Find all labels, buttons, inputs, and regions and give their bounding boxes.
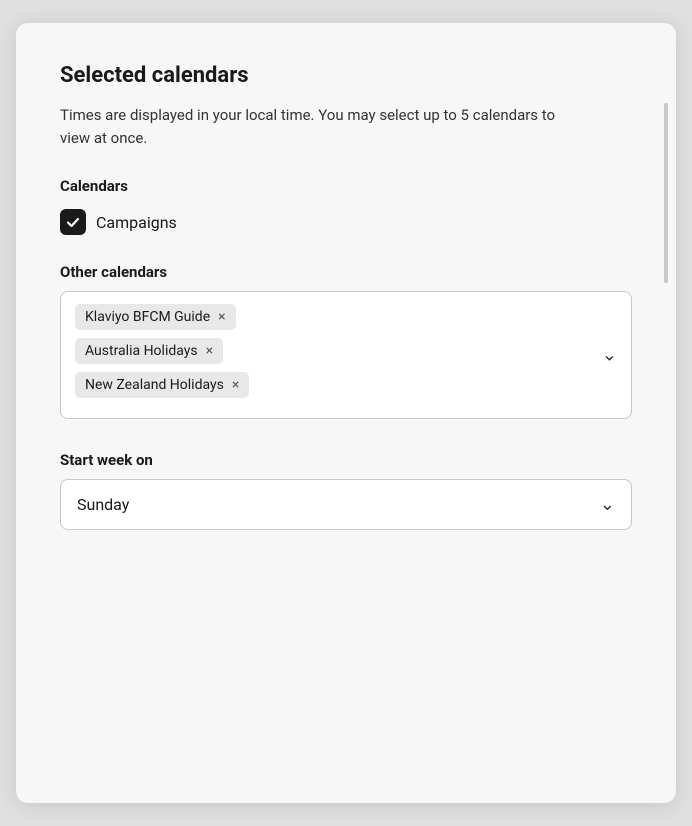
tag-label: Australia Holidays <box>85 343 198 359</box>
list-item: Klaviyo BFCM Guide × <box>75 304 236 330</box>
remove-australia-tag[interactable]: × <box>206 344 213 358</box>
calendars-section: Calendars Campaigns <box>60 177 632 235</box>
tag-label: Klaviyo BFCM Guide <box>85 309 210 325</box>
list-item: Australia Holidays × <box>75 338 223 364</box>
start-week-label: Start week on <box>60 451 632 469</box>
tag-label: New Zealand Holidays <box>85 377 224 393</box>
campaigns-label: Campaigns <box>96 213 177 232</box>
panel-title: Selected calendars <box>60 63 632 88</box>
other-calendars-section: Other calendars Klaviyo BFCM Guide × Aus… <box>60 263 632 419</box>
tags-container: Klaviyo BFCM Guide × Australia Holidays … <box>75 304 617 406</box>
list-item: New Zealand Holidays × <box>75 372 249 398</box>
calendars-section-label: Calendars <box>60 177 632 195</box>
remove-newzealand-tag[interactable]: × <box>232 378 239 392</box>
remove-klaviyo-tag[interactable]: × <box>218 310 225 324</box>
campaigns-checkbox[interactable] <box>60 209 86 235</box>
scrollbar[interactable] <box>664 103 668 283</box>
panel-description: Times are displayed in your local time. … <box>60 104 580 149</box>
start-week-value: Sunday <box>77 495 129 514</box>
start-week-select[interactable]: Sunday ⌄ <box>60 479 632 530</box>
selected-calendars-panel: Selected calendars Times are displayed i… <box>16 23 676 803</box>
start-week-chevron-down-icon: ⌄ <box>600 494 615 515</box>
other-calendars-multiselect[interactable]: Klaviyo BFCM Guide × Australia Holidays … <box>60 291 632 419</box>
other-calendars-label: Other calendars <box>60 263 632 281</box>
start-week-section: Start week on Sunday ⌄ <box>60 451 632 530</box>
campaigns-calendar-item: Campaigns <box>60 209 632 235</box>
